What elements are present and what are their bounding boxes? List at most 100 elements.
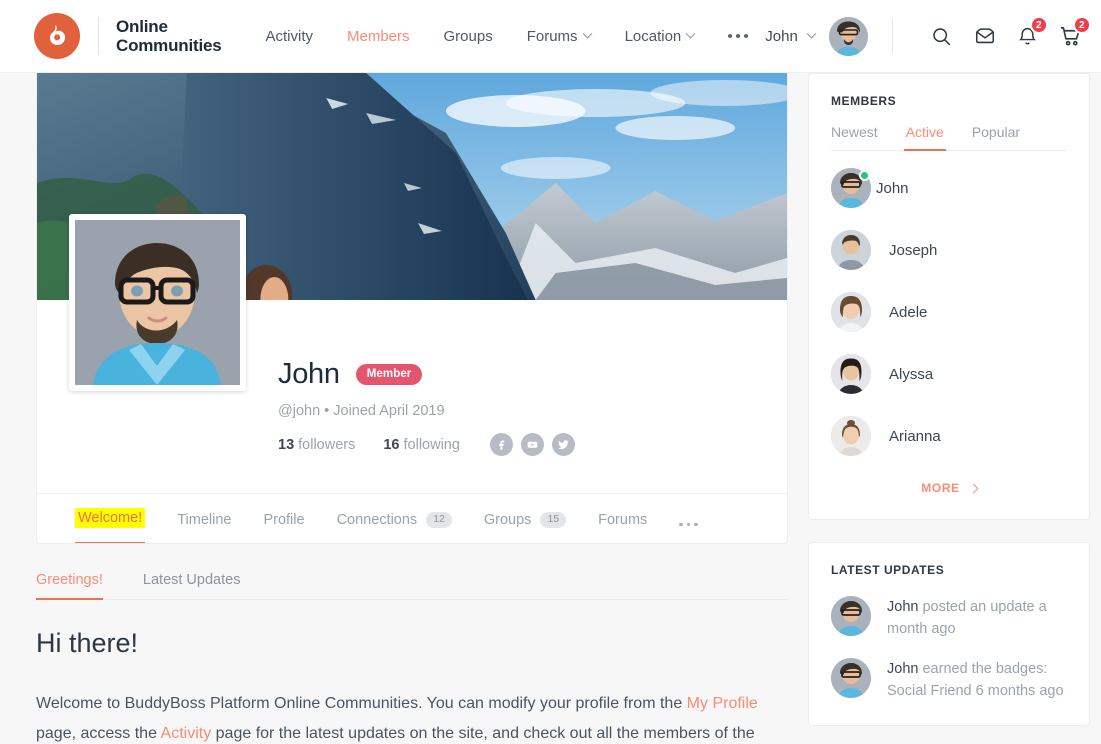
chevron-down-icon bbox=[806, 28, 817, 39]
tab-welcome[interactable]: Welcome! bbox=[59, 508, 161, 543]
members-more-label: MORE bbox=[921, 481, 960, 495]
avatar bbox=[831, 354, 871, 394]
content-heading: Hi there! bbox=[36, 628, 139, 658]
profile-name-row: John Member bbox=[278, 358, 787, 391]
members-widget-tabs: Newest Active Popular bbox=[831, 124, 1067, 151]
list-item[interactable]: John earned the badges: Social Friend 6 … bbox=[831, 649, 1067, 711]
update-user: John bbox=[887, 599, 919, 615]
list-item[interactable]: Joseph bbox=[831, 219, 1067, 281]
primary-nav: Activity Members Groups Forums Location bbox=[248, 28, 765, 45]
brand-divider bbox=[98, 17, 99, 55]
list-item[interactable]: Arianna bbox=[831, 405, 1067, 467]
envelope-icon[interactable] bbox=[968, 19, 1002, 53]
list-item[interactable]: John posted an update a month ago bbox=[831, 587, 1067, 649]
tab-timeline[interactable]: Timeline bbox=[161, 512, 247, 543]
activity-link[interactable]: Activity bbox=[161, 725, 212, 742]
facebook-icon[interactable] bbox=[489, 433, 513, 456]
widget-tab-active[interactable]: Active bbox=[903, 124, 946, 151]
twitter-icon[interactable] bbox=[551, 433, 575, 456]
followers-stat[interactable]: 13 followers bbox=[278, 437, 355, 453]
member-name: Alyssa bbox=[889, 365, 934, 383]
members-list: John Joseph Adele Alyssa Arianna bbox=[831, 157, 1067, 467]
tab-profile[interactable]: Profile bbox=[247, 512, 320, 543]
profile-tabs: Welcome! Timeline Profile Connections 12 … bbox=[37, 493, 787, 543]
welcome-paragraph: Welcome to BuddyBoss Platform Online Com… bbox=[36, 689, 766, 744]
tab-forums[interactable]: Forums bbox=[582, 512, 663, 543]
members-widget: MEMBERS Newest Active Popular John Josep… bbox=[808, 73, 1090, 520]
avatar bbox=[831, 292, 871, 332]
nav-item-groups[interactable]: Groups bbox=[427, 28, 510, 45]
avatar[interactable] bbox=[828, 16, 868, 56]
bell-icon[interactable]: 2 bbox=[1011, 16, 1048, 53]
brand-logo[interactable]: Online Communities bbox=[34, 13, 222, 59]
notification-badge: 2 bbox=[1029, 16, 1048, 34]
members-more-link[interactable]: MORE bbox=[921, 481, 979, 495]
search-icon[interactable] bbox=[925, 19, 959, 53]
my-profile-link[interactable]: My Profile bbox=[687, 695, 758, 712]
widget-tab-newest[interactable]: Newest bbox=[831, 124, 878, 150]
subtab-greetings[interactable]: Greetings! bbox=[36, 572, 103, 600]
update-text: John earned the badges: Social Friend 6 … bbox=[887, 658, 1067, 702]
main-column: John Member @john • Joined April 2019 13… bbox=[36, 73, 788, 744]
nav-item-forums[interactable]: Forums bbox=[510, 28, 608, 45]
list-item[interactable]: John bbox=[831, 157, 1067, 219]
updates-widget-title: LATEST UPDATES bbox=[831, 563, 945, 577]
tab-groups[interactable]: Groups 15 bbox=[468, 512, 582, 543]
member-name: Arianna bbox=[889, 427, 941, 445]
page-title: John bbox=[278, 358, 340, 390]
latest-updates-widget: LATEST UPDATES John posted an update a m… bbox=[808, 542, 1090, 726]
tab-count-badge: 12 bbox=[426, 512, 452, 528]
profile-avatar[interactable] bbox=[69, 214, 246, 391]
nav-more-button[interactable] bbox=[711, 34, 765, 38]
updates-list: John posted an update a month ago John e… bbox=[831, 587, 1067, 711]
tab-connections[interactable]: Connections 12 bbox=[321, 512, 468, 543]
user-menu-label: John bbox=[765, 27, 798, 45]
youtube-icon[interactable] bbox=[520, 433, 544, 456]
widget-tab-popular[interactable]: Popular bbox=[972, 124, 1020, 150]
profile-body: John Member @john • Joined April 2019 13… bbox=[37, 214, 787, 493]
nav-item-members[interactable]: Members bbox=[330, 28, 427, 45]
members-widget-title: MEMBERS bbox=[831, 94, 897, 108]
tab-count-badge: 15 bbox=[540, 512, 567, 528]
subtab-latest-updates[interactable]: Latest Updates bbox=[143, 572, 241, 599]
members-more-row: MORE bbox=[831, 467, 1067, 505]
paragraph-part-1: Welcome to BuddyBoss Platform Online Com… bbox=[36, 695, 687, 712]
chevron-down-icon bbox=[582, 28, 593, 39]
welcome-content: Hi there! Welcome to BuddyBoss Platform … bbox=[36, 600, 788, 744]
paragraph-part-2: page, access the bbox=[36, 725, 161, 742]
sidebar: MEMBERS Newest Active Popular John Josep… bbox=[808, 73, 1090, 726]
profile-card: John Member @john • Joined April 2019 13… bbox=[36, 73, 788, 544]
status-badge: Member bbox=[355, 364, 423, 385]
header-right-cluster: John 2 2 bbox=[765, 16, 1091, 56]
update-user: John bbox=[887, 661, 919, 677]
cart-badge: 2 bbox=[1072, 16, 1091, 34]
social-links bbox=[489, 433, 575, 456]
avatar bbox=[831, 230, 871, 270]
content-subtabs: Greetings! Latest Updates bbox=[36, 572, 788, 600]
profile-handle: @john • Joined April 2019 bbox=[278, 403, 445, 419]
avatar bbox=[831, 658, 871, 698]
update-text: John posted an update a month ago bbox=[887, 596, 1067, 640]
list-item[interactable]: Alyssa bbox=[831, 343, 1067, 405]
nav-item-activity[interactable]: Activity bbox=[248, 28, 330, 45]
tab-more-button[interactable] bbox=[663, 522, 714, 544]
member-name: John bbox=[876, 179, 909, 197]
header-divider bbox=[891, 19, 893, 53]
following-stat[interactable]: 16 following bbox=[383, 437, 460, 453]
chevron-right-icon bbox=[968, 483, 979, 493]
online-status-dot bbox=[859, 169, 870, 181]
user-menu[interactable]: John bbox=[765, 16, 868, 56]
list-item[interactable]: Adele bbox=[831, 281, 1067, 343]
profile-stats: 13 followers 16 following bbox=[278, 433, 787, 456]
buddyboss-logo-icon bbox=[34, 13, 80, 59]
chevron-down-icon bbox=[685, 28, 696, 39]
brand-name: Online Communities bbox=[116, 17, 222, 55]
page-body: John Member @john • Joined April 2019 13… bbox=[0, 73, 1101, 744]
avatar bbox=[831, 416, 871, 456]
nav-item-location[interactable]: Location bbox=[608, 28, 712, 45]
cart-icon[interactable]: 2 bbox=[1054, 16, 1091, 53]
member-name: Adele bbox=[889, 303, 928, 321]
member-name: Joseph bbox=[889, 241, 938, 259]
avatar bbox=[831, 596, 871, 636]
site-header: Online Communities Activity Members Grou… bbox=[0, 0, 1101, 73]
